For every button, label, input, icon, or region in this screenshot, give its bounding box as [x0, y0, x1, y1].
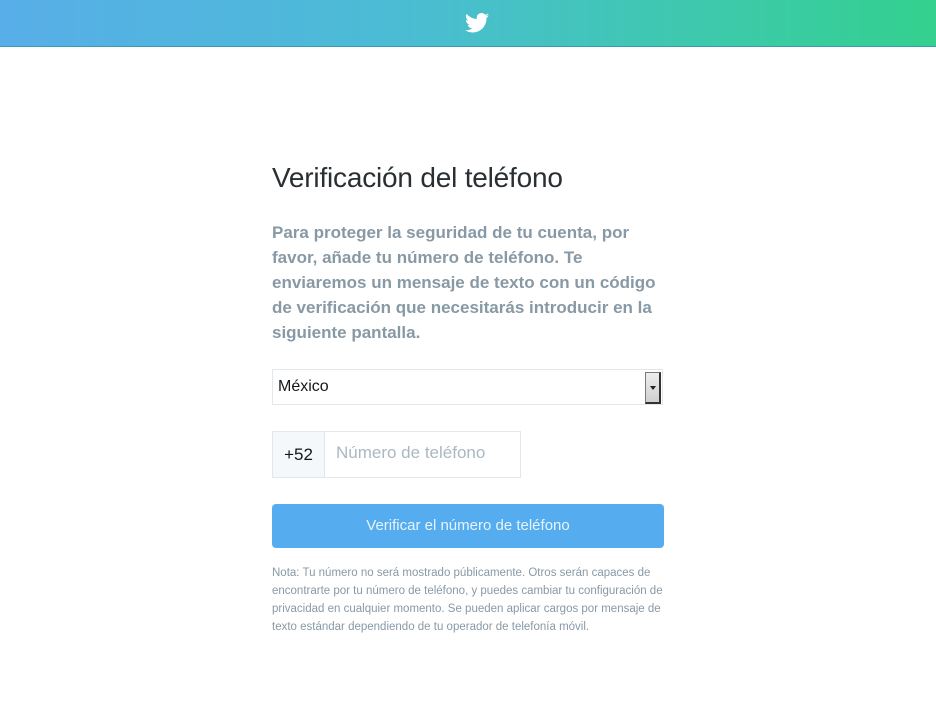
- phone-number-row: +52: [272, 431, 521, 478]
- phone-number-input[interactable]: [324, 431, 521, 478]
- page-title: Verificación del teléfono: [272, 162, 563, 193]
- top-header-bar: [0, 0, 936, 47]
- privacy-note: Nota: Tu número no será mostrado pública…: [272, 567, 663, 633]
- country-code-prefix: +52: [272, 431, 325, 478]
- chevron-down-icon[interactable]: [645, 372, 661, 404]
- phone-verification-form: Verificación del teléfono Para proteger …: [272, 160, 664, 633]
- country-select-value: México: [278, 378, 329, 395]
- description-text: Para proteger la seguridad de tu cuenta,…: [272, 223, 656, 342]
- verify-phone-button[interactable]: Verificar el número de teléfono: [272, 504, 664, 548]
- country-select[interactable]: México: [272, 369, 663, 405]
- twitter-bird-icon[interactable]: [465, 13, 489, 33]
